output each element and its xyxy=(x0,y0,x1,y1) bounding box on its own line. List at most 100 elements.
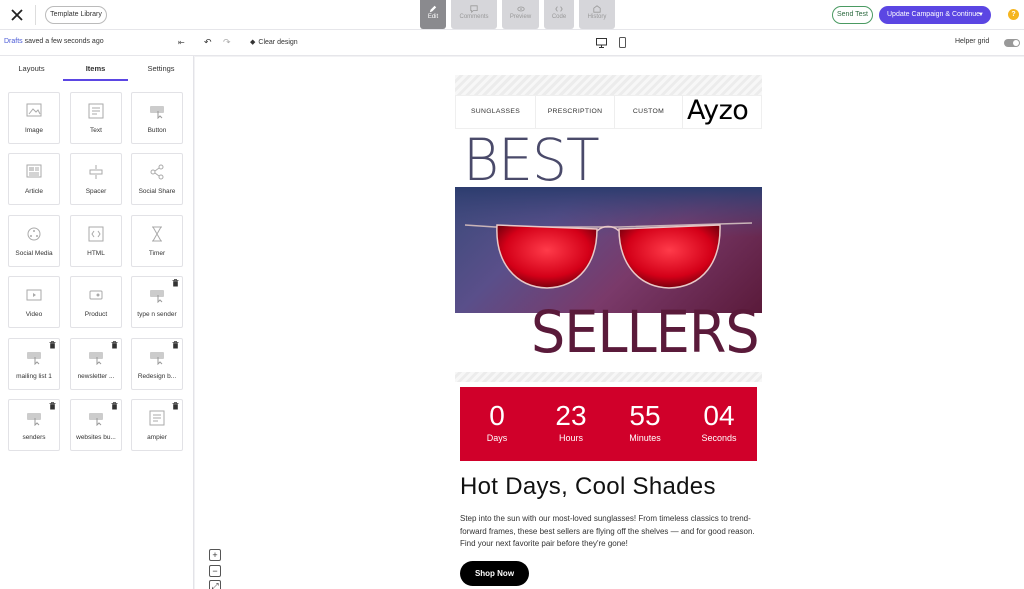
email-body-text[interactable]: Step into the sun with our most-loved su… xyxy=(460,513,760,551)
zoom-out-button[interactable]: − xyxy=(209,565,221,577)
item-tile-websites-bu[interactable]: websites bu... xyxy=(70,399,122,451)
hero-block[interactable]: BEST SELLERS xyxy=(455,129,762,367)
save-status: Drafts saved a few seconds ago xyxy=(4,38,104,45)
helper-grid-label: Helper grid xyxy=(955,38,990,45)
saved-block-icon xyxy=(27,413,41,426)
clear-design-button[interactable]: ◆ Clear design xyxy=(250,38,298,46)
item-tile-label: Social Media xyxy=(15,250,53,257)
trash-icon[interactable] xyxy=(49,341,56,349)
item-tile-redesign-b[interactable]: Redesign b... xyxy=(131,338,183,390)
countdown-seconds-value: 04 xyxy=(703,400,735,431)
item-tile-button[interactable]: Button xyxy=(131,92,183,144)
item-tile-product[interactable]: Product xyxy=(70,276,122,328)
item-tile-label: Redesign b... xyxy=(137,373,177,380)
countdown-days: 0 Days xyxy=(460,400,534,444)
hero-title-top: BEST xyxy=(463,126,600,194)
trash-icon[interactable] xyxy=(49,402,56,410)
trash-icon[interactable] xyxy=(172,402,179,410)
html-icon xyxy=(88,226,104,242)
trash-icon[interactable] xyxy=(111,341,118,349)
shop-now-button[interactable]: Shop Now xyxy=(460,561,529,586)
email-headline[interactable]: Hot Days, Cool Shades xyxy=(460,473,716,501)
item-tile-image[interactable]: Image xyxy=(8,92,60,144)
item-tile-text[interactable]: Text xyxy=(70,92,122,144)
eraser-icon: ◆ xyxy=(250,39,256,46)
item-tile-label: Spacer xyxy=(85,188,107,195)
item-tile-type-n-sender[interactable]: type n sender xyxy=(131,276,183,328)
chevron-down-icon[interactable]: ▼ xyxy=(978,6,984,24)
tab-edit-label: Edit xyxy=(427,14,439,20)
design-canvas[interactable]: SUNGLASSES PRESCRIPTION CUSTOM Ayzo BEST… xyxy=(195,57,1024,589)
countdown-minutes-value: 55 xyxy=(629,400,661,431)
tab-code-label: Code xyxy=(551,14,567,20)
item-tile-label: ampier xyxy=(147,434,167,441)
item-tile-ampier[interactable]: ampier xyxy=(131,399,183,451)
item-tile-social-media[interactable]: Social Media xyxy=(8,215,60,267)
nav-prescription[interactable]: PRESCRIPTION xyxy=(536,96,615,128)
spacer-row[interactable] xyxy=(455,372,762,382)
text-icon xyxy=(88,103,104,119)
helper-grid-toggle[interactable] xyxy=(1004,39,1020,47)
zoom-in-button[interactable]: + xyxy=(209,549,221,561)
item-tile-label: Product xyxy=(84,311,108,318)
items-panel: Layouts Items Settings Image Text Button Ar… xyxy=(0,56,194,589)
sunglasses-image xyxy=(455,187,762,313)
item-tile-spacer[interactable]: Spacer xyxy=(70,153,122,205)
item-tile-article[interactable]: Article xyxy=(8,153,60,205)
article-icon xyxy=(26,164,42,178)
item-tile-label: Button xyxy=(147,127,167,134)
saved-block-icon xyxy=(89,352,103,365)
countdown-days-value: 0 xyxy=(489,400,505,431)
item-tile-newsletter[interactable]: newsletter ... xyxy=(70,338,122,390)
drafts-link[interactable]: Drafts xyxy=(4,38,23,45)
trash-icon[interactable] xyxy=(111,402,118,410)
top-bar: Template Library Edit Comments Preview C… xyxy=(0,0,1024,30)
item-tile-social-share[interactable]: Social Share xyxy=(131,153,183,205)
trash-icon[interactable] xyxy=(172,341,179,349)
nav-sunglasses[interactable]: SUNGLASSES xyxy=(456,96,536,128)
item-tile-senders[interactable]: senders xyxy=(8,399,60,451)
update-campaign-button[interactable]: Update Campaign & Continue ▼ xyxy=(879,6,991,24)
redo-icon[interactable]: ↷ xyxy=(223,37,231,48)
email-nav-row[interactable]: SUNGLASSES PRESCRIPTION CUSTOM Ayzo xyxy=(455,95,762,129)
hourglass-icon xyxy=(152,226,162,242)
template-library-button[interactable]: Template Library xyxy=(45,6,107,24)
tab-items[interactable]: Items xyxy=(63,56,128,81)
share-icon xyxy=(150,164,164,180)
editor-toolbar: Drafts saved a few seconds ago ⇤ ↶ ↷ ◆ Cl… xyxy=(0,30,1024,56)
zoom-fit-button[interactable]: ⤢ xyxy=(209,580,221,589)
nav-custom[interactable]: CUSTOM xyxy=(615,96,683,128)
tab-history-label: History xyxy=(587,14,607,20)
tab-edit[interactable]: Edit xyxy=(420,0,446,29)
countdown-seconds-label: Seconds xyxy=(701,433,737,443)
tab-history[interactable]: History xyxy=(579,0,615,29)
mobile-view-icon[interactable] xyxy=(619,37,626,48)
item-tile-mailing-list-1[interactable]: mailing list 1 xyxy=(8,338,60,390)
button-icon xyxy=(150,106,164,119)
saved-block-icon xyxy=(150,352,164,365)
tab-code[interactable]: Code xyxy=(544,0,574,29)
item-tile-timer[interactable]: Timer xyxy=(131,215,183,267)
tab-preview[interactable]: Preview xyxy=(502,0,539,29)
empty-row[interactable] xyxy=(455,75,762,95)
item-tile-html[interactable]: HTML xyxy=(70,215,122,267)
item-tile-video[interactable]: Video xyxy=(8,276,60,328)
undo-icon[interactable]: ↶ xyxy=(204,37,212,48)
trash-icon[interactable] xyxy=(172,279,179,287)
tab-comments[interactable]: Comments xyxy=(451,0,497,29)
help-icon[interactable]: ? xyxy=(1008,9,1019,20)
tab-settings[interactable]: Settings xyxy=(128,56,194,81)
tab-layouts[interactable]: Layouts xyxy=(0,56,63,81)
item-tile-label: websites bu... xyxy=(76,434,116,441)
item-tile-label: type n sender xyxy=(137,311,177,318)
saved-block-icon xyxy=(150,290,164,303)
send-test-button[interactable]: Send Test xyxy=(832,6,873,24)
desktop-view-icon[interactable] xyxy=(596,38,607,48)
close-icon[interactable] xyxy=(8,6,26,24)
item-tile-label: Timer xyxy=(148,250,166,257)
video-icon xyxy=(26,289,42,301)
hero-title-bottom: SELLERS xyxy=(531,298,760,366)
countdown-timer[interactable]: 0 Days 23 Hours 55 Minutes 04 Seconds xyxy=(460,387,757,461)
collapse-panel-icon[interactable]: ⇤ xyxy=(178,38,185,47)
item-tile-label: Image xyxy=(24,127,44,134)
